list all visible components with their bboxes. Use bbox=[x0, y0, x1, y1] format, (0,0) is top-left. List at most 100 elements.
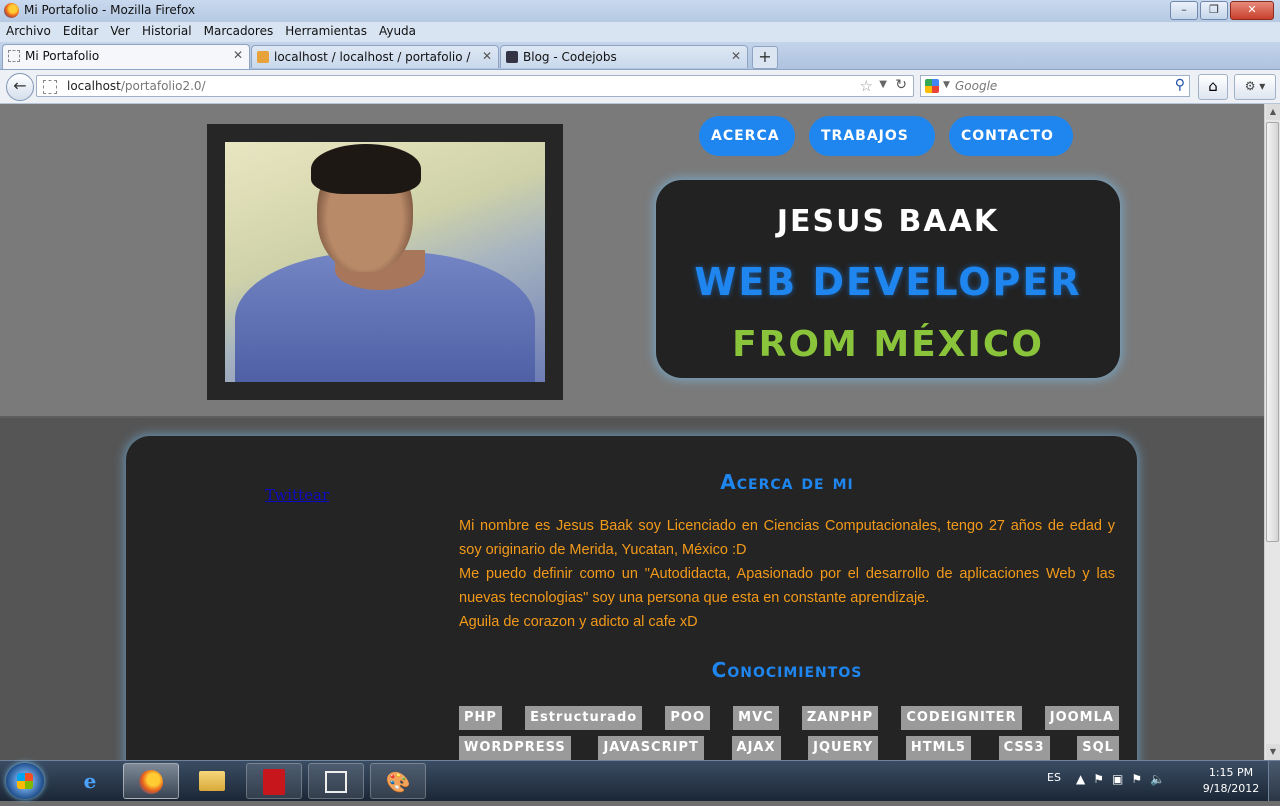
firefox-taskbar-icon[interactable] bbox=[123, 763, 179, 799]
skills-row: WORDPRESS JAVASCRIPT AJAX JQUERY HTML5 C… bbox=[459, 736, 1119, 760]
menu-editar[interactable]: Editar bbox=[57, 22, 105, 42]
skill-tag: CODEIGNITER bbox=[901, 706, 1022, 730]
clock[interactable]: 1:15 PM 9/18/2012 bbox=[1196, 765, 1266, 797]
clock-date: 9/18/2012 bbox=[1202, 782, 1260, 795]
tab-label: Mi Portafolio bbox=[25, 49, 100, 63]
extension-button[interactable]: ⚙ ▾ bbox=[1234, 74, 1276, 100]
menu-herramientas[interactable]: Herramientas bbox=[279, 22, 373, 42]
site-identity-icon[interactable] bbox=[43, 80, 57, 94]
skills-list: PHP Estructurado POO MVC ZANPHP CODEIGNI… bbox=[459, 706, 1119, 760]
back-button[interactable]: ← bbox=[6, 73, 34, 101]
menu-historial[interactable]: Historial bbox=[136, 22, 198, 42]
skill-tag: HTML5 bbox=[905, 736, 971, 760]
profile-photo-frame bbox=[207, 124, 563, 400]
menu-marcadores[interactable]: Marcadores bbox=[198, 22, 280, 42]
scroll-down-icon[interactable]: ▼ bbox=[1266, 744, 1280, 760]
window-controls: – ❐ ✕ bbox=[1170, 1, 1274, 20]
skill-tag: ZANPHP bbox=[801, 706, 879, 730]
tab-codejobs[interactable]: Blog - Codejobs ✕ bbox=[500, 45, 748, 68]
language-indicator[interactable]: ES bbox=[1047, 771, 1061, 784]
twitter-share-link[interactable]: Twittear bbox=[265, 486, 329, 504]
profile-photo bbox=[225, 142, 545, 382]
search-magnifier-icon[interactable]: ⚲ bbox=[1175, 77, 1185, 93]
page-viewport: ACERCA TRABAJOS CONTACTO JESUS BAAK WEB … bbox=[0, 104, 1264, 760]
skill-tag: MVC bbox=[733, 706, 779, 730]
home-button[interactable]: ⌂ bbox=[1198, 74, 1228, 100]
menu-archivo[interactable]: Archivo bbox=[0, 22, 57, 42]
maximize-button[interactable]: ❐ bbox=[1200, 1, 1228, 20]
tab-close-icon[interactable]: ✕ bbox=[731, 49, 741, 63]
tab-strip: Mi Portafolio ✕ localhost / localhost / … bbox=[0, 42, 1280, 70]
about-title: Acerca de mi bbox=[720, 470, 854, 494]
page-header: ACERCA TRABAJOS CONTACTO JESUS BAAK WEB … bbox=[0, 104, 1264, 418]
menu-bar: Archivo Editar Ver Historial Marcadores … bbox=[0, 22, 1280, 42]
hero-card: JESUS BAAK WEB DEVELOPER FROM MÉXICO bbox=[656, 180, 1120, 378]
tab-label: Blog - Codejobs bbox=[523, 50, 617, 64]
search-input[interactable]: Google bbox=[955, 79, 997, 93]
search-engine-dropdown-icon[interactable]: ▼ bbox=[943, 80, 950, 90]
tab-mi-portafolio[interactable]: Mi Portafolio ✕ bbox=[2, 44, 250, 69]
taskbar: e 🎨 ES ▲⚑▣⚑🔈 1:15 PM 9/18/2012 bbox=[0, 760, 1280, 801]
firefox-logo-icon bbox=[4, 3, 19, 18]
menu-ver[interactable]: Ver bbox=[104, 22, 136, 42]
windows-logo-icon bbox=[17, 773, 33, 789]
scroll-up-icon[interactable]: ▲ bbox=[1266, 104, 1280, 120]
hero-from: FROM MÉXICO bbox=[732, 324, 1044, 365]
google-icon[interactable] bbox=[925, 79, 939, 93]
content-card: Twittear Acerca de mi Mi nombre es Jesus… bbox=[126, 436, 1137, 760]
paint-icon[interactable]: 🎨 bbox=[370, 763, 426, 799]
skill-tag: JQUERY bbox=[808, 736, 879, 760]
skill-tag: AJAX bbox=[731, 736, 781, 760]
skill-tag: SQL bbox=[1077, 736, 1119, 760]
window-title: Mi Portafolio - Mozilla Firefox bbox=[24, 3, 196, 17]
hero-role: WEB DEVELOPER bbox=[694, 260, 1082, 304]
page-icon bbox=[8, 50, 20, 62]
system-tray-icons[interactable]: ▲⚑▣⚑🔈 bbox=[1076, 772, 1173, 786]
site-nav: ACERCA TRABAJOS CONTACTO bbox=[699, 116, 1073, 156]
clock-time: 1:15 PM bbox=[1208, 766, 1254, 779]
url-dropdown-icon[interactable]: ▼ bbox=[879, 79, 887, 90]
about-paragraph: Mi nombre es Jesus Baak soy Licenciado e… bbox=[459, 518, 1115, 558]
new-tab-button[interactable]: + bbox=[752, 46, 778, 69]
skill-tag: PHP bbox=[459, 706, 502, 730]
tab-label: localhost / localhost / portafolio / pr.… bbox=[274, 50, 474, 64]
skill-tag: POO bbox=[665, 706, 710, 730]
skill-tag: Estructurado bbox=[525, 706, 643, 730]
minimize-button[interactable]: – bbox=[1170, 1, 1198, 20]
reload-icon[interactable]: ↻ bbox=[895, 77, 907, 93]
hero-name: JESUS BAAK bbox=[776, 204, 1000, 239]
about-paragraph: Aguila de corazon y adicto al cafe xD bbox=[459, 614, 698, 630]
search-bar[interactable]: ▼ Google ⚲ bbox=[920, 75, 1190, 97]
navigation-toolbar: ← localhost/portafolio2.0/ ☆ ▼ ↻ ▼ Googl… bbox=[0, 70, 1280, 104]
show-desktop-button[interactable] bbox=[1268, 761, 1280, 801]
codejobs-icon bbox=[506, 51, 518, 63]
tab-close-icon[interactable]: ✕ bbox=[482, 49, 492, 63]
tab-phpmyadmin[interactable]: localhost / localhost / portafolio / pr.… bbox=[251, 45, 499, 68]
about-text: Mi nombre es Jesus Baak soy Licenciado e… bbox=[459, 514, 1115, 634]
start-button[interactable] bbox=[6, 763, 44, 799]
nav-contacto[interactable]: CONTACTO bbox=[949, 116, 1073, 156]
scroll-thumb[interactable] bbox=[1266, 122, 1279, 542]
vertical-scrollbar[interactable]: ▲ ▼ bbox=[1264, 104, 1280, 760]
about-paragraph: Me puedo definir como un "Autodidacta, A… bbox=[459, 566, 1115, 606]
window-titlebar: Mi Portafolio - Mozilla Firefox – ❐ ✕ bbox=[0, 0, 1280, 23]
phpmyadmin-icon bbox=[257, 51, 269, 63]
skill-tag: JAVASCRIPT bbox=[598, 736, 704, 760]
file-explorer-icon[interactable] bbox=[184, 763, 240, 799]
url-text[interactable]: localhost/portafolio2.0/ bbox=[67, 79, 206, 93]
internet-explorer-icon[interactable]: e bbox=[62, 763, 118, 799]
skills-title: Conocimientos bbox=[711, 658, 863, 682]
tab-close-icon[interactable]: ✕ bbox=[233, 48, 243, 62]
skill-tag: JOOMLA bbox=[1044, 706, 1119, 730]
close-button[interactable]: ✕ bbox=[1230, 1, 1274, 20]
skill-tag: CSS3 bbox=[998, 736, 1050, 760]
acrobat-icon[interactable] bbox=[246, 763, 302, 799]
bookmark-star-icon[interactable]: ☆ bbox=[860, 77, 873, 95]
menu-ayuda[interactable]: Ayuda bbox=[373, 22, 422, 42]
nav-acerca[interactable]: ACERCA bbox=[699, 116, 795, 156]
url-bar[interactable]: localhost/portafolio2.0/ ☆ ▼ ↻ bbox=[36, 75, 914, 97]
blank-window-icon[interactable] bbox=[308, 763, 364, 799]
nav-trabajos[interactable]: TRABAJOS bbox=[809, 116, 935, 156]
skill-tag: WORDPRESS bbox=[459, 736, 571, 760]
skills-row: PHP Estructurado POO MVC ZANPHP CODEIGNI… bbox=[459, 706, 1119, 730]
